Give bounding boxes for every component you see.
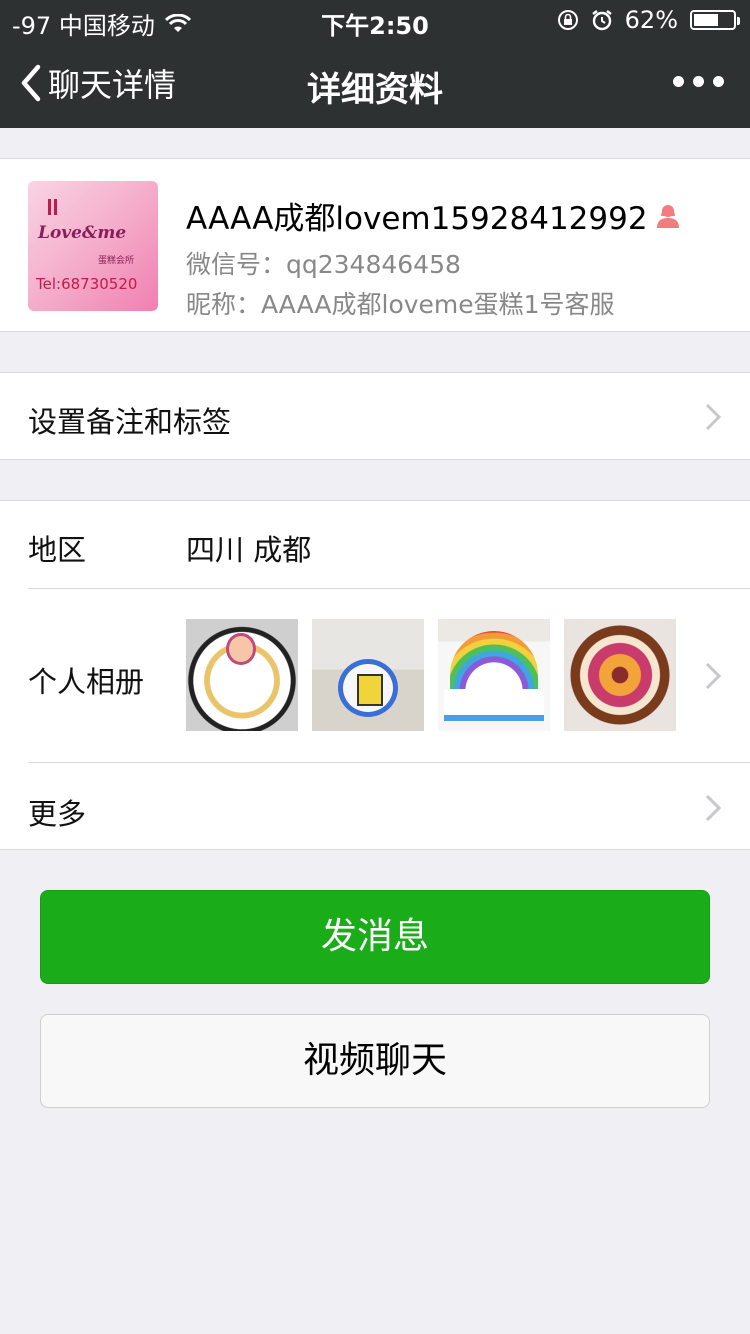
profile-card: Love&me 蛋糕会所 Tel:68730520 AAAA成都lovem159… [0,158,750,332]
album-photo-1[interactable] [186,619,298,731]
chevron-right-icon[interactable] [704,661,722,691]
cartoon-cake [338,659,398,717]
avatar[interactable]: Love&me 蛋糕会所 Tel:68730520 [28,181,158,311]
female-person-icon [656,204,679,228]
divider [28,762,750,763]
region-label: 地区 [28,533,87,567]
avatar-subtitle: 蛋糕会所 [98,256,135,266]
alarm-icon [591,10,612,31]
region-value: 四川 成都 [186,533,312,567]
avatar-brand: Love&me [38,223,127,243]
dot [673,76,684,87]
battery-percent: 62% [624,6,678,34]
avatar-phone: Tel:68730520 [36,275,138,293]
doll-decoration [226,633,256,665]
album-photo-3[interactable] [438,619,550,731]
dot [693,76,704,87]
cake-base [444,689,544,721]
chevron-right-icon[interactable] [704,793,722,823]
page-title: 详细资料 [307,70,443,110]
status-bar: -97 中国移动 下午2:50 62% [0,0,750,40]
album-photo-4[interactable] [564,619,676,731]
remark-row[interactable]: 设置备注和标签 [0,372,750,460]
battery-icon [690,10,740,30]
send-message-button[interactable]: 发消息 [40,890,710,984]
candle-icon [54,199,57,215]
divider [28,588,750,589]
profile-name: AAAA成都lovem15928412992 [186,201,648,237]
remark-label: 设置备注和标签 [28,405,232,439]
wechat-id: 微信号：qq234846458 [186,250,461,279]
info-group: 地区 四川 成都 个人相册 更多 [0,500,750,850]
more-dots-icon[interactable] [673,76,724,87]
rainbow-decoration [450,631,538,691]
profile-name-line: AAAA成都lovem15928412992 [186,193,682,238]
battery-level [694,14,718,26]
nav-bar: 聊天详情 详细资料 [0,40,750,128]
video-call-button[interactable]: 视频聊天 [40,1014,710,1108]
album-label: 个人相册 [28,665,145,699]
top-bar: -97 中国移动 下午2:50 62% 聊天详情 详细资料 [0,0,750,128]
candle-icon [48,199,51,215]
status-right: 62% [557,6,740,34]
album-photo-2[interactable] [312,619,424,731]
dot [713,76,724,87]
chevron-right-icon [705,403,722,431]
rotation-lock-icon [557,10,578,30]
nickname: 昵称：AAAA成都loveme蛋糕1号客服 [186,290,615,319]
more-label[interactable]: 更多 [28,791,86,833]
